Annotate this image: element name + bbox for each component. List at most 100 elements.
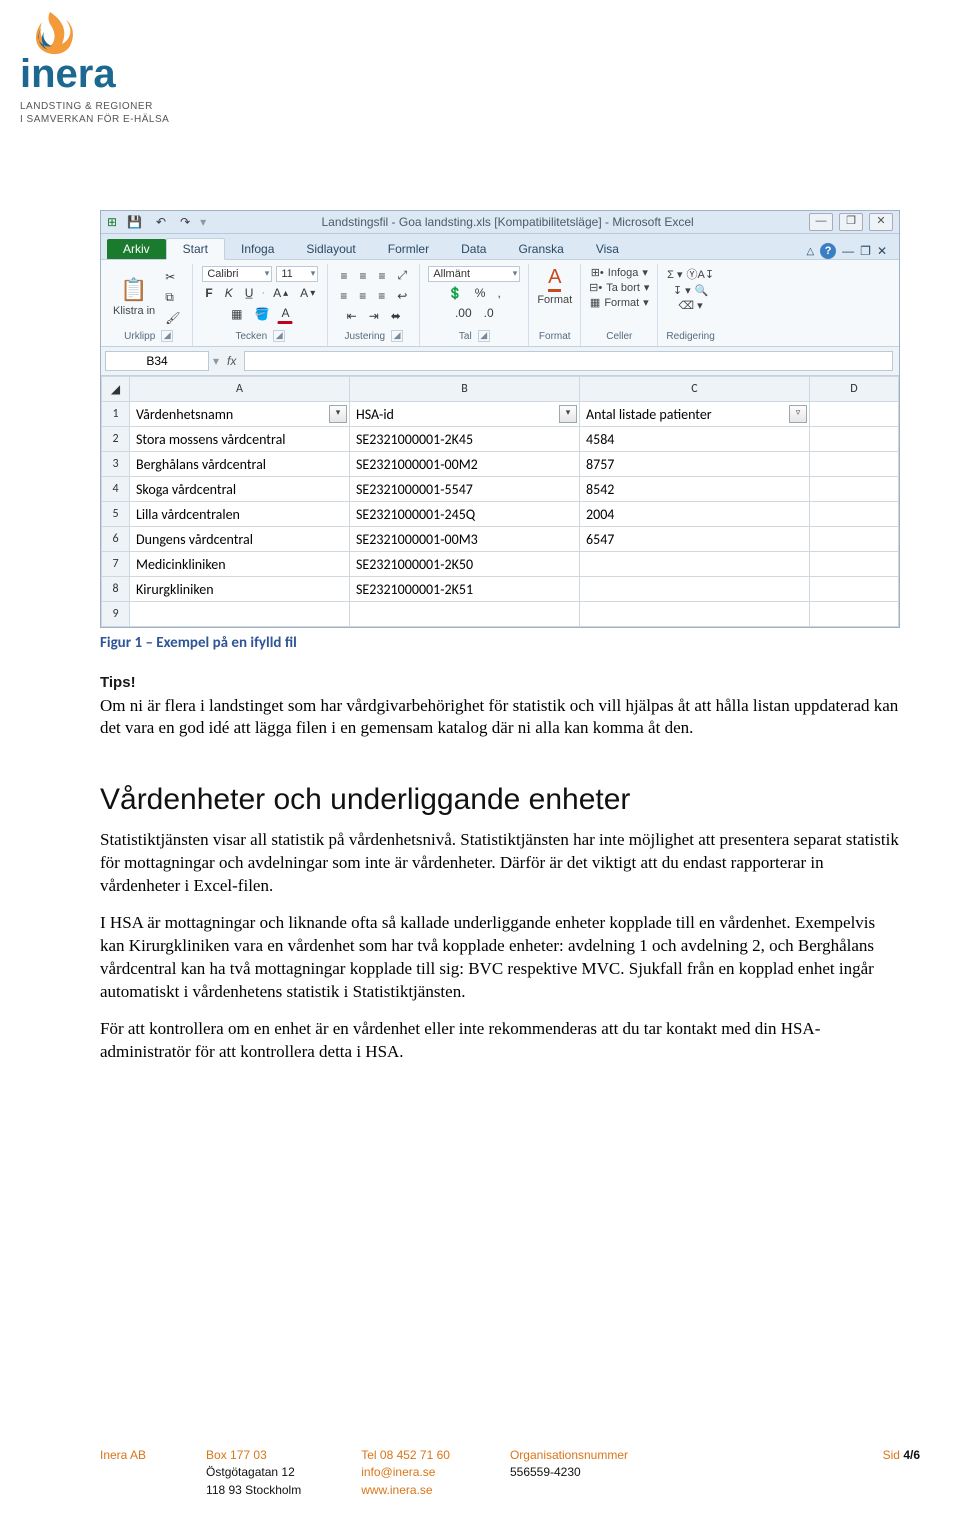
decrease-indent-icon[interactable]: ⇤ <box>343 307 361 325</box>
align-bottom-icon[interactable]: ≡ <box>374 267 389 285</box>
col-header-a[interactable]: A <box>130 377 350 402</box>
fill-color-icon[interactable]: 🪣 <box>251 305 274 323</box>
cell[interactable]: Stora mossens vårdcentral <box>130 427 350 452</box>
tab-granska[interactable]: Granska <box>502 239 579 259</box>
select-all-corner[interactable]: ◢ <box>102 377 130 402</box>
sort-filter-icon[interactable]: ⓎA↧ <box>687 266 715 282</box>
borders-icon[interactable]: ▦ <box>227 305 246 323</box>
cell[interactable]: Lilla vårdcentralen <box>130 502 350 527</box>
file-tab[interactable]: Arkiv <box>107 239 166 259</box>
align-center-icon[interactable]: ≡ <box>355 287 370 305</box>
cell[interactable]: 4584 <box>580 427 810 452</box>
name-box[interactable]: B34 <box>105 351 209 371</box>
redo-icon[interactable]: ↷ <box>176 213 194 231</box>
font-size-select[interactable]: 11 <box>276 266 318 282</box>
table-header-cell[interactable]: Antal listade patienter▿ <box>580 402 810 427</box>
cell[interactable] <box>810 577 899 602</box>
row-header[interactable]: 6 <box>102 527 130 552</box>
font-name-select[interactable]: Calibri <box>202 266 272 282</box>
filter-icon[interactable]: ▾ <box>329 405 347 423</box>
shrink-font-icon[interactable]: A▾ <box>296 284 319 302</box>
formula-input[interactable] <box>244 351 893 371</box>
worksheet[interactable]: ◢ A B C D 1 Vårdenhetsnamn▾ HSA-id▾ Anta… <box>101 376 899 627</box>
tab-start[interactable]: Start <box>166 238 225 260</box>
cell[interactable]: 6547 <box>580 527 810 552</box>
help-icon[interactable]: ? <box>820 243 836 259</box>
comma-icon[interactable]: , <box>493 284 504 302</box>
cell[interactable]: SE2321000001-00M2 <box>350 452 580 477</box>
close-button[interactable]: ✕ <box>869 213 893 231</box>
save-icon[interactable]: 💾 <box>123 213 146 231</box>
font-color-icon[interactable]: A <box>277 304 293 324</box>
underline-button[interactable]: U̲ <box>241 284 258 302</box>
dialog-launcher-icon[interactable]: ◢ <box>391 330 403 342</box>
currency-icon[interactable]: 💲 <box>444 284 467 302</box>
align-top-icon[interactable]: ≡ <box>336 267 351 285</box>
italic-button[interactable]: K <box>221 284 237 302</box>
cell[interactable]: SE2321000001-2K45 <box>350 427 580 452</box>
align-right-icon[interactable]: ≡ <box>374 287 389 305</box>
wrap-text-icon[interactable]: ↩ <box>393 287 411 305</box>
cell[interactable] <box>810 477 899 502</box>
cell[interactable]: 8757 <box>580 452 810 477</box>
row-header[interactable]: 3 <box>102 452 130 477</box>
mdi-close-icon[interactable]: ✕ <box>877 244 887 258</box>
paste-icon[interactable]: 📋 <box>120 277 147 303</box>
find-icon[interactable]: 🔍 <box>695 284 709 297</box>
row-header[interactable]: 8 <box>102 577 130 602</box>
row-header[interactable]: 9 <box>102 602 130 627</box>
cell[interactable]: SE2321000001-2K51 <box>350 577 580 602</box>
ribbon-collapse-icon[interactable]: △ <box>806 246 814 257</box>
orientation-icon[interactable]: ⤢ <box>393 266 411 285</box>
col-header-b[interactable]: B <box>350 377 580 402</box>
filter-icon[interactable]: ▾ <box>559 405 577 423</box>
row-header[interactable]: 2 <box>102 427 130 452</box>
clear-icon[interactable]: ⌫ ▾ <box>679 299 703 312</box>
dialog-launcher-icon[interactable]: ◢ <box>273 330 285 342</box>
increase-decimal-icon[interactable]: .00 <box>451 304 476 322</box>
decrease-decimal-icon[interactable]: .0 <box>480 304 498 322</box>
percent-icon[interactable]: % <box>471 284 490 302</box>
fill-icon[interactable]: ↧ ▾ <box>673 284 691 297</box>
cell[interactable]: Medicinkliniken <box>130 552 350 577</box>
row-header[interactable]: 5 <box>102 502 130 527</box>
cell[interactable] <box>580 577 810 602</box>
cell[interactable] <box>810 552 899 577</box>
footer-email[interactable]: info@inera.se <box>361 1465 435 1479</box>
cell[interactable]: SE2321000001-00M3 <box>350 527 580 552</box>
increase-indent-icon[interactable]: ⇥ <box>365 307 383 325</box>
footer-web[interactable]: www.inera.se <box>361 1483 432 1497</box>
tab-sidlayout[interactable]: Sidlayout <box>290 239 371 259</box>
mdi-restore-icon[interactable]: ❐ <box>860 244 871 258</box>
restore-button[interactable]: ❐ <box>839 213 863 231</box>
cell[interactable] <box>580 552 810 577</box>
table-header-cell[interactable]: HSA-id▾ <box>350 402 580 427</box>
conditional-format-icon[interactable]: A <box>548 266 561 292</box>
format-cells-icon[interactable]: ▦ <box>590 296 600 309</box>
cell[interactable]: SE2321000001-245Q <box>350 502 580 527</box>
row-header[interactable]: 1 <box>102 402 130 427</box>
cell[interactable]: SE2321000001-5547 <box>350 477 580 502</box>
delete-cells-icon[interactable]: ⊟• <box>589 281 602 294</box>
bold-button[interactable]: F <box>201 284 216 302</box>
mdi-min-icon[interactable]: — <box>842 244 854 258</box>
format-painter-icon[interactable]: 🖌 <box>161 309 184 327</box>
insert-cells-icon[interactable]: ⊞• <box>591 266 604 279</box>
cell[interactable] <box>810 427 899 452</box>
minimize-button[interactable]: — <box>809 213 833 231</box>
cell[interactable] <box>130 602 350 627</box>
table-header-cell[interactable]: Vårdenhetsnamn▾ <box>130 402 350 427</box>
col-header-c[interactable]: C <box>580 377 810 402</box>
tab-infoga[interactable]: Infoga <box>225 239 290 259</box>
undo-icon[interactable]: ↶ <box>152 213 170 231</box>
tab-formler[interactable]: Formler <box>372 239 445 259</box>
cell[interactable] <box>810 602 899 627</box>
cell[interactable]: 2004 <box>580 502 810 527</box>
align-middle-icon[interactable]: ≡ <box>355 267 370 285</box>
cell[interactable]: Skoga vårdcentral <box>130 477 350 502</box>
cell[interactable] <box>810 527 899 552</box>
align-left-icon[interactable]: ≡ <box>336 287 351 305</box>
cut-icon[interactable]: ✂ <box>161 268 184 286</box>
cell[interactable]: Kirurgkliniken <box>130 577 350 602</box>
cell[interactable] <box>580 602 810 627</box>
